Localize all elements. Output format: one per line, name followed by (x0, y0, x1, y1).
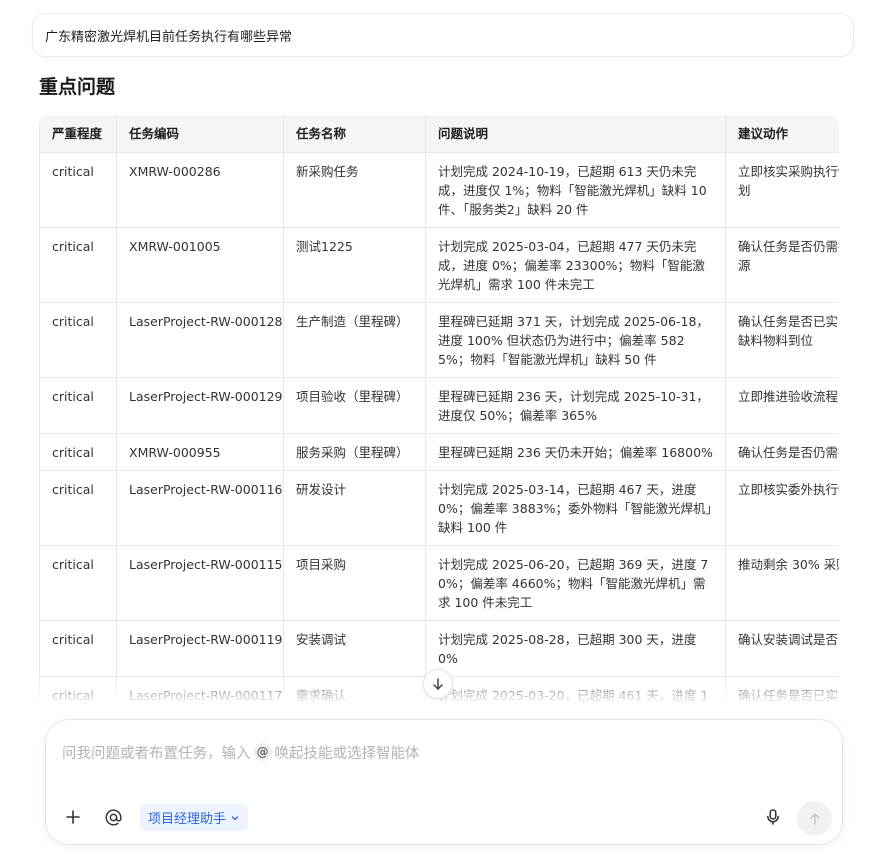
user-query-bubble: 广东精密激光焊机目前任务执行有哪些异常 (32, 13, 854, 57)
cell-task-name: 生产制造（里程碑） (283, 302, 426, 378)
table-header-row: 严重程度 任务编码 任务名称 问题说明 建议动作 (39, 115, 839, 153)
at-icon (105, 808, 122, 826)
cell-suggested-action: 立即推进验收流程，制定完工计划 (725, 377, 839, 434)
cell-task-name: 项目采购 (283, 545, 426, 621)
cell-issue-description: 计划完成 2024-10-19，已超期 613 天仍未完成，进度仅 1%；物料「… (425, 152, 726, 228)
cell-issue-description: 计划完成 2025-03-04，已超期 477 天仍未完成，进度 0%；偏差率 … (425, 227, 726, 303)
cell-suggested-action: 确认任务是否仍需执行 (725, 433, 839, 471)
cell-issue-description: 计划完成 2025-08-28，已超期 300 天，进度 0% (425, 620, 726, 677)
cell-issue-description: 计划完成 2025-03-14，已超期 467 天，进度 0%；偏差率 3883… (425, 470, 726, 546)
table-row: critical LaserProject-RW-000115 项目采购 计划完… (39, 545, 839, 621)
agent-selector[interactable]: 项目经理助手 (140, 804, 249, 831)
cell-severity: critical (39, 545, 117, 621)
cell-task-code: LaserProject-RW-000116 (116, 470, 284, 546)
voice-input-button[interactable] (760, 804, 786, 830)
cell-suggested-action: 确认任务是否已实际完成并更新状态；推动缺料物料到位 (725, 302, 839, 378)
cell-severity: critical (39, 620, 117, 677)
header-issue-description: 问题说明 (425, 115, 726, 153)
cell-suggested-action: 确认任务是否已实际完成 (725, 676, 839, 709)
table-row: critical XMRW-000955 服务采购（里程碑） 里程碑已延期 23… (39, 433, 839, 471)
cell-issue-description: 里程碑已延期 371 天，计划完成 2025-06-18，进度 100% 但状态… (425, 302, 726, 378)
cell-task-code: XMRW-000286 (116, 152, 284, 228)
arrow-up-icon (809, 812, 820, 825)
cell-suggested-action: 确认任务是否仍需执行，重新排期并分配资源 (725, 227, 839, 303)
cell-task-code: LaserProject-RW-000117 (116, 676, 284, 709)
cell-severity: critical (39, 470, 117, 546)
cell-task-name: 需求确认 (283, 676, 426, 709)
cell-task-code: LaserProject-RW-000128 (116, 302, 284, 378)
plus-icon (66, 810, 80, 824)
arrow-down-icon (433, 678, 443, 690)
send-button[interactable] (797, 801, 832, 836)
cell-task-name: 研发设计 (283, 470, 426, 546)
table-row: critical XMRW-001005 测试1225 计划完成 2025-03… (39, 227, 839, 303)
scroll-to-bottom-button[interactable] (423, 669, 453, 699)
cell-severity: critical (39, 227, 117, 303)
section-title: 重点问题 (39, 76, 116, 98)
cell-issue-description: 里程碑已延期 236 天，计划完成 2025-10-31，进度仅 50%；偏差率… (425, 377, 726, 434)
cell-issue-description: 计划完成 2025-06-20，已超期 369 天，进度 70%；偏差率 466… (425, 545, 726, 621)
issues-table: 严重程度 任务编码 任务名称 问题说明 建议动作 critical XMRW-0… (39, 115, 839, 709)
table-row: critical LaserProject-RW-000116 研发设计 计划完… (39, 470, 839, 546)
chat-page: 广东精密激光焊机目前任务执行有哪些异常 重点问题 严重程度 任务编码 任务名称 … (0, 0, 890, 855)
table-row: critical XMRW-000286 新采购任务 计划完成 2024-10-… (39, 152, 839, 228)
table-row: critical LaserProject-RW-000129 项目验收（里程碑… (39, 377, 839, 434)
header-severity: 严重程度 (39, 115, 117, 153)
cell-task-name: 测试1225 (283, 227, 426, 303)
cell-severity: critical (39, 433, 117, 471)
at-mention-hint: @ (253, 743, 272, 761)
cell-suggested-action: 立即核实采购执行情况，评估是否需调整计划 (725, 152, 839, 228)
microphone-icon (767, 809, 779, 825)
cell-task-code: LaserProject-RW-000119 (116, 620, 284, 677)
cell-task-code: XMRW-000955 (116, 433, 284, 471)
cell-task-name: 服务采购（里程碑） (283, 433, 426, 471)
cell-suggested-action: 确认安装调试是否已启动 (725, 620, 839, 677)
cell-severity: critical (39, 152, 117, 228)
cell-task-name: 安装调试 (283, 620, 426, 677)
header-suggested-action: 建议动作 (725, 115, 839, 153)
cell-issue-description: 里程碑已延期 236 天仍未开始；偏差率 16800% (425, 433, 726, 471)
cell-suggested-action: 推动剩余 30% 采购尽快完成 (725, 545, 839, 621)
cell-task-code: XMRW-001005 (116, 227, 284, 303)
cell-severity: critical (39, 377, 117, 434)
cell-severity: critical (39, 302, 117, 378)
header-task-name: 任务名称 (283, 115, 426, 153)
mention-button[interactable] (100, 804, 126, 830)
composer-input[interactable]: 问我问题或者布置任务，输入 @ 唤起技能或选择智能体 (62, 740, 822, 764)
message-composer: 问我问题或者布置任务，输入 @ 唤起技能或选择智能体 项目经理助手 (45, 719, 843, 845)
cell-suggested-action: 立即核实委外执行情况，评估排期 (725, 470, 839, 546)
composer-placeholder-end: 唤起技能或选择智能体 (274, 745, 420, 762)
agent-selector-label: 项目经理助手 (148, 812, 227, 827)
add-attachment-button[interactable] (60, 804, 86, 830)
table-row: critical LaserProject-RW-000128 生产制造（里程碑… (39, 302, 839, 378)
issues-table-container[interactable]: 严重程度 任务编码 任务名称 问题说明 建议动作 critical XMRW-0… (39, 115, 839, 709)
cell-task-code: LaserProject-RW-000129 (116, 377, 284, 434)
header-task-code: 任务编码 (116, 115, 284, 153)
user-query-text: 广东精密激光焊机目前任务执行有哪些异常 (45, 29, 293, 45)
cell-task-code: LaserProject-RW-000115 (116, 545, 284, 621)
composer-placeholder-start: 问我问题或者布置任务，输入 (62, 745, 251, 762)
cell-issue-description: 计划完成 2025-03-20，已超期 461 天，进度 100% 但状态仍为进… (425, 676, 726, 709)
cell-task-name: 新采购任务 (283, 152, 426, 228)
cell-severity: critical (39, 676, 117, 709)
chevron-down-icon (231, 815, 239, 820)
cell-task-name: 项目验收（里程碑） (283, 377, 426, 434)
